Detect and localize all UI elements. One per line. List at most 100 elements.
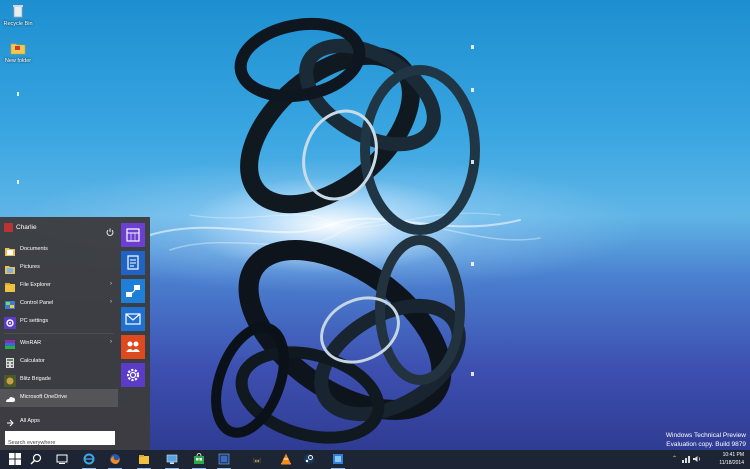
- menu-item-label: Microsoft OneDrive: [20, 394, 68, 400]
- tile-mail[interactable]: [121, 307, 145, 331]
- clock[interactable]: 10:41 PM 11/18/2014: [719, 451, 744, 467]
- all-apps-button[interactable]: All Apps: [0, 413, 118, 431]
- menu-item-label: Control Panel: [20, 300, 54, 306]
- desktop-icon-new-folder[interactable]: New folder: [0, 40, 36, 64]
- desktop-icon-recycle-bin[interactable]: Recycle Bin: [0, 3, 36, 27]
- menu-item-blitz-brigade[interactable]: Blitz Brigade: [0, 371, 118, 389]
- avatar: [4, 223, 13, 232]
- taskbar-internet-explorer[interactable]: [79, 450, 99, 469]
- firefox-icon: [110, 454, 120, 464]
- taskbar-cat-app[interactable]: [247, 450, 267, 469]
- menu-item-label: File Explorer: [20, 282, 51, 288]
- taskbar: ⌃ 10:41 PM 11/18/2014: [0, 450, 750, 469]
- start-menu: Charlie Documents Pictures File Explorer…: [0, 217, 150, 450]
- file-explorer-icon: [4, 280, 16, 292]
- taskbar-remote-desktop[interactable]: [162, 450, 182, 469]
- power-icon[interactable]: [106, 223, 114, 236]
- recycle-bin-icon: [10, 3, 26, 19]
- tile-reader[interactable]: [121, 251, 145, 275]
- blitz-brigade-icon: [4, 374, 16, 387]
- file-explorer-icon: [139, 455, 149, 464]
- chevron-right-icon: ›: [110, 299, 112, 305]
- menu-item-pc-settings[interactable]: PC settings: [0, 313, 118, 331]
- menu-item-control-panel[interactable]: Control Panel ›: [0, 295, 118, 313]
- all-apps-label: All Apps: [20, 418, 40, 424]
- gear-icon: [4, 316, 16, 329]
- documents-folder-icon: [4, 244, 16, 256]
- internet-explorer-icon: [83, 453, 95, 465]
- task-view-icon: [56, 454, 68, 464]
- menu-item-label: Pictures: [20, 264, 40, 270]
- menu-item-label: Calculator: [20, 358, 45, 364]
- desktop-marker: [471, 262, 474, 266]
- reader-icon: [127, 255, 139, 270]
- tray-chevron-icon[interactable]: ⌃: [672, 455, 677, 462]
- taskbar-search-button[interactable]: [26, 450, 46, 469]
- clock-date: 11/18/2014: [719, 460, 744, 466]
- menu-item-label: PC settings: [20, 318, 49, 324]
- tile-settings[interactable]: [121, 363, 145, 387]
- tile-network[interactable]: [121, 279, 145, 303]
- desktop-marker: [17, 180, 19, 184]
- search-box[interactable]: [5, 431, 115, 449]
- chevron-right-icon: ›: [110, 281, 112, 287]
- mail-icon: [125, 313, 141, 325]
- network-icon: [126, 285, 140, 297]
- user-name: Charlie: [16, 224, 37, 231]
- calendar-icon: [126, 228, 140, 242]
- watermark-line2: Evaluation copy. Build 9879: [666, 441, 746, 448]
- search-icon: [30, 453, 42, 465]
- menu-item-label: Blitz Brigade: [20, 376, 51, 382]
- tile-people[interactable]: [121, 335, 145, 359]
- taskbar-steam[interactable]: [299, 450, 319, 469]
- menu-item-documents[interactable]: Documents: [0, 241, 118, 259]
- steam-icon: [304, 454, 314, 464]
- task-view-button[interactable]: [52, 450, 72, 469]
- cat-app-icon: [253, 457, 261, 463]
- virtualbox-icon: [218, 453, 230, 465]
- menu-item-microsoft-onedrive[interactable]: Microsoft OneDrive: [0, 389, 118, 407]
- menu-item-winrar[interactable]: WinRAR ›: [0, 335, 118, 353]
- people-icon: [126, 341, 140, 352]
- blue-app-icon: [333, 454, 343, 464]
- desktop-marker: [471, 88, 474, 92]
- pictures-folder-icon: [4, 262, 16, 274]
- desktop-marker: [471, 372, 474, 376]
- folder-icon: [10, 40, 26, 56]
- taskbar-blue-app[interactable]: [328, 450, 348, 469]
- desktop-icon-label: New folder: [4, 58, 32, 64]
- divider: [4, 333, 114, 334]
- winrar-icon: [4, 338, 16, 350]
- settings-icon: [126, 368, 140, 382]
- user-account-button[interactable]: Charlie: [0, 217, 118, 239]
- arrow-right-icon: [4, 416, 16, 428]
- menu-item-pictures[interactable]: Pictures: [0, 259, 118, 277]
- watermark-line1: Windows Technical Preview: [665, 432, 746, 439]
- vlc-icon: [281, 453, 291, 465]
- network-status-icon[interactable]: [682, 455, 690, 465]
- desktop-marker: [471, 45, 474, 49]
- taskbar-vlc[interactable]: [276, 450, 296, 469]
- menu-item-label: WinRAR: [20, 340, 42, 346]
- onedrive-icon: [4, 392, 16, 404]
- taskbar-store[interactable]: [189, 450, 209, 469]
- control-panel-icon: [4, 298, 16, 310]
- desktop-icon-label: Recycle Bin: [3, 21, 33, 27]
- chevron-right-icon: ›: [110, 339, 112, 345]
- taskbar-virtualbox[interactable]: [214, 450, 234, 469]
- tile-calendar[interactable]: [121, 223, 145, 247]
- volume-icon[interactable]: [693, 455, 701, 465]
- taskbar-file-explorer[interactable]: [134, 450, 154, 469]
- menu-item-label: Documents: [20, 246, 48, 252]
- windows-start-icon: [9, 453, 21, 465]
- start-button[interactable]: [5, 450, 25, 469]
- search-input[interactable]: [8, 437, 112, 449]
- menu-item-file-explorer[interactable]: File Explorer ›: [0, 277, 118, 295]
- store-icon: [194, 453, 204, 464]
- taskbar-firefox[interactable]: [105, 450, 125, 469]
- calculator-icon: [4, 356, 16, 368]
- remote-desktop-icon: [166, 454, 178, 464]
- menu-item-calculator[interactable]: Calculator: [0, 353, 118, 371]
- desktop-marker: [17, 92, 19, 96]
- clock-time: 10:41 PM: [722, 452, 744, 458]
